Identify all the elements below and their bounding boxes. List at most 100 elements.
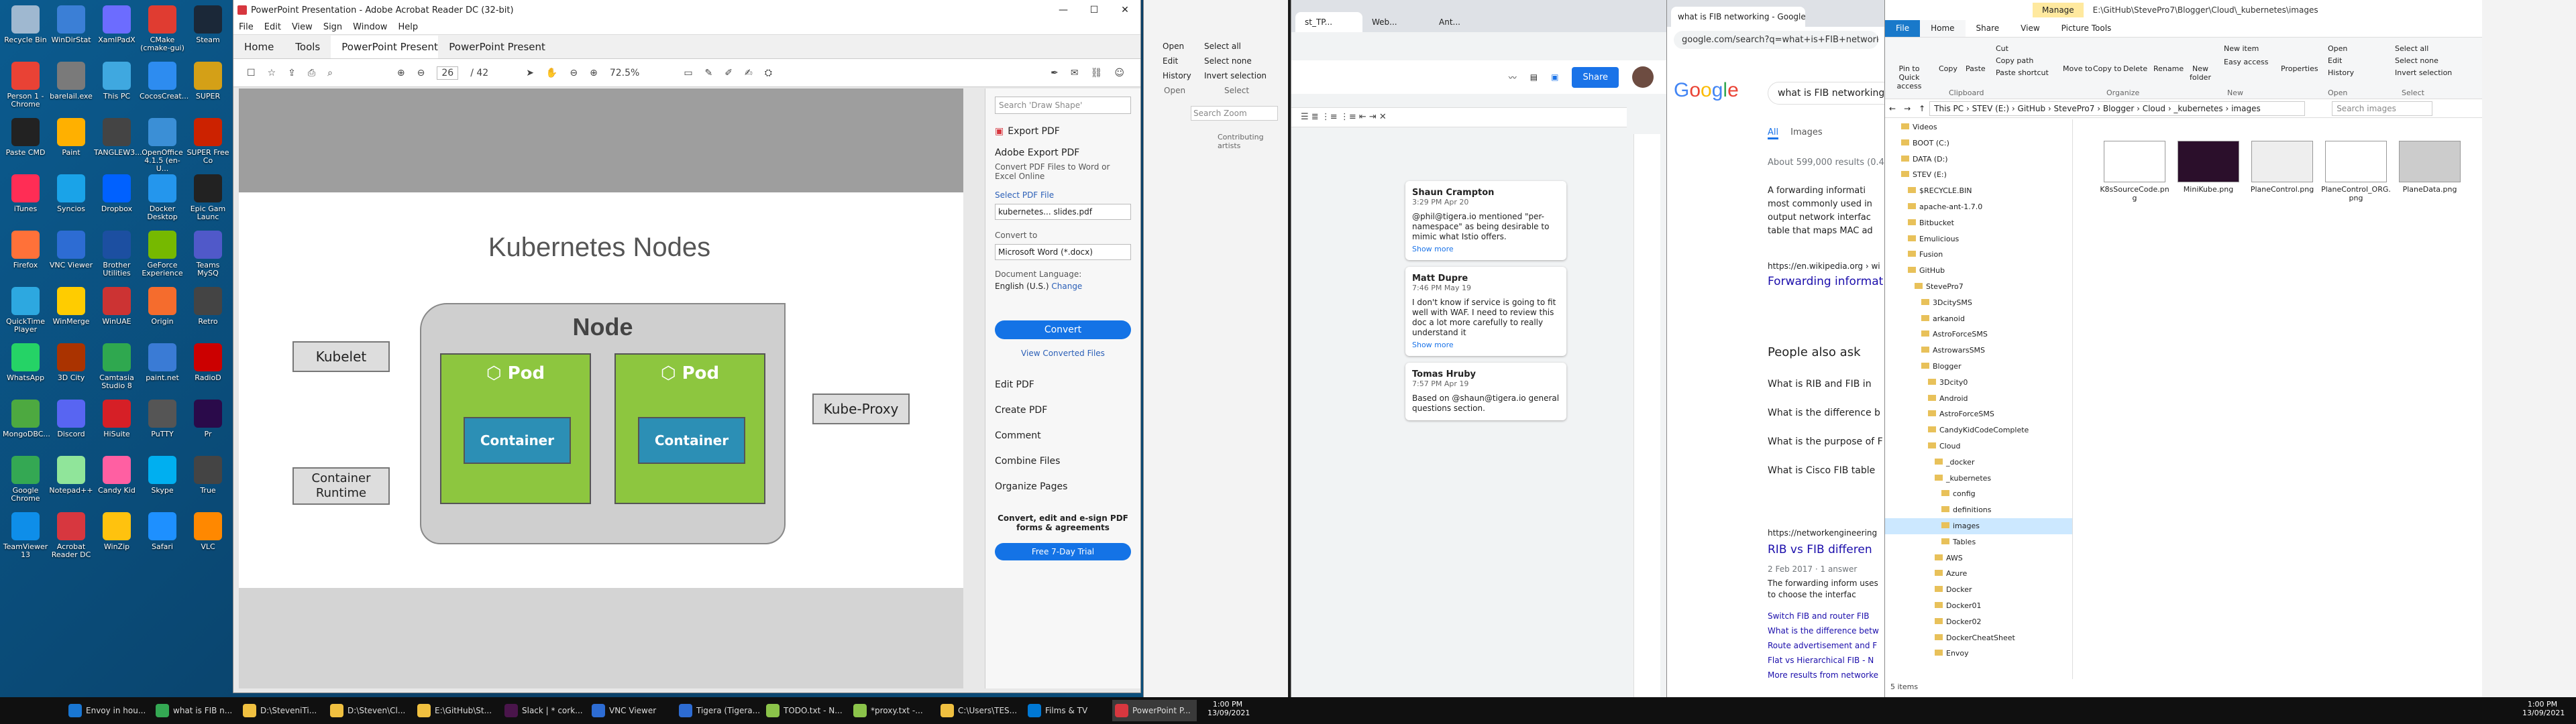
comment-card[interactable]: Tomas Hruby 7:57 PM Apr 19 Based on @sha… — [1405, 363, 1566, 420]
tree-item[interactable]: AstroForceSMS — [1885, 406, 2072, 422]
comment-icon[interactable]: ▭ — [684, 68, 692, 78]
copy-to-button[interactable]: Copy to — [2093, 64, 2121, 73]
file-name-field[interactable]: kubernetes... slides.pdf — [995, 204, 1131, 220]
result-link-1[interactable]: Forwarding informat — [1768, 275, 1883, 288]
taskbar-item[interactable]: C:\Users\TES... — [938, 700, 1022, 721]
desktop-icon[interactable]: Firefox — [3, 228, 48, 282]
tree-item[interactable]: Docker01 — [1885, 598, 2072, 614]
zoom-level[interactable]: 72.5% — [610, 68, 639, 78]
pen-icon[interactable]: ✎ — [705, 68, 713, 78]
prev-page-icon[interactable]: ⊕ — [397, 68, 405, 78]
desktop-icon[interactable]: Paint — [48, 115, 94, 169]
desktop-icon[interactable]: WinUAE — [94, 284, 140, 338]
desktop-icon[interactable]: OpenOffice 4.1.5 (en-U... — [140, 115, 185, 173]
desktop-icon[interactable]: Dropbox — [94, 172, 140, 225]
tool-create-pdf[interactable]: Create PDF — [995, 405, 1131, 416]
tree-item[interactable]: Docker02 — [1885, 614, 2072, 630]
taskbar-clock-2[interactable]: 1:00 PM 13/09/2021 — [2522, 700, 2565, 717]
tree-item[interactable]: StevePro7 — [1885, 279, 2072, 295]
taskbar-item[interactable]: E:\GitHub\St... — [415, 700, 499, 721]
desktop-icon[interactable]: Retro — [185, 284, 231, 338]
open-button[interactable]: Open — [2328, 44, 2347, 53]
move-to-button[interactable]: Move to — [2063, 64, 2092, 73]
taskbar-item[interactable]: TODO.txt - N... — [763, 700, 848, 721]
ribbon-select-all[interactable]: Select all — [1204, 42, 1241, 51]
explorer-search-input[interactable]: Search images — [2332, 101, 2433, 116]
tool-comment[interactable]: Comment — [995, 430, 1131, 441]
save-icon[interactable]: ☐ — [247, 68, 256, 78]
menu-file[interactable]: File — [233, 22, 259, 32]
share-button[interactable]: Share — [1572, 66, 1619, 88]
user-icon[interactable]: ☺ — [1114, 68, 1124, 78]
page-number-input[interactable]: 26 — [437, 66, 459, 80]
tab-tools[interactable]: Tools — [284, 36, 331, 58]
tree-item[interactable]: GitHub — [1885, 263, 2072, 279]
taskbar-item[interactable]: Tigera (Tigera... — [676, 700, 761, 721]
zoom-icon[interactable]: ⌕ — [327, 68, 333, 78]
up-icon[interactable]: ↑ — [1915, 104, 1929, 113]
taskbar-item[interactable]: D:\SteveniTi... — [240, 700, 325, 721]
format-select[interactable]: Microsoft Word (*.docx) — [995, 244, 1131, 260]
desktop-icon[interactable]: Person 1 - Chrome — [3, 59, 48, 113]
comment-card[interactable]: Matt Dupre 7:46 PM May 19 I don't know i… — [1405, 267, 1566, 356]
desktop-icon[interactable]: WinZip — [94, 509, 140, 563]
link-icon[interactable]: ⛓ — [1091, 68, 1103, 78]
tool-organize-pages[interactable]: Organize Pages — [995, 481, 1131, 492]
desktop-icon[interactable]: SUPER — [185, 59, 231, 113]
file-item[interactable]: PlaneData.png — [2395, 141, 2465, 202]
file-item[interactable]: PlaneControl_ORG.png — [2321, 141, 2391, 202]
tool-combine-files[interactable]: Combine Files — [995, 456, 1131, 467]
desktop-icon[interactable]: GeForce Experience — [140, 228, 185, 282]
desktop-icon[interactable]: 3D City — [48, 341, 94, 394]
print-icon[interactable]: ⎙ — [308, 68, 315, 78]
rename-button[interactable]: Rename — [2153, 64, 2184, 73]
pin-quick-access-button[interactable]: Pin to Quick access — [1889, 64, 1929, 90]
paa-question[interactable]: What is RIB and FIB in — [1768, 379, 1872, 389]
menu-view[interactable]: View — [286, 22, 318, 32]
maximize-button[interactable]: ☐ — [1079, 0, 1110, 20]
desktop-icon[interactable]: Brother Utilities — [94, 228, 140, 282]
desktop-icon[interactable]: VNC Viewer — [48, 228, 94, 282]
taskbar-item[interactable]: PowerPoint P... — [1112, 700, 1197, 721]
upload-icon[interactable]: ⇪ — [288, 68, 296, 78]
desktop-icon[interactable]: Epic Gam Launc — [185, 172, 231, 225]
tree-item[interactable]: _kubernetes — [1885, 471, 2072, 487]
tree-item[interactable]: arkanoid — [1885, 311, 2072, 327]
stamp-icon[interactable]: ⛭ — [765, 68, 772, 78]
comment-card[interactable]: Shaun Crampton 3:29 PM Apr 20 @phil@tige… — [1405, 181, 1566, 260]
show-more-link[interactable]: Show more — [1412, 245, 1560, 253]
menu-sign[interactable]: Sign — [318, 22, 347, 32]
desktop-icon[interactable]: Teams MySQ — [185, 228, 231, 282]
highlight-icon[interactable]: ✐ — [724, 68, 733, 78]
trend-icon[interactable]: 〰 — [1509, 72, 1517, 83]
sublink[interactable]: What is the difference betw — [1768, 626, 1879, 636]
search-tab-all[interactable]: All — [1768, 127, 1779, 139]
sublink[interactable]: Switch FIB and router FIB — [1768, 611, 1870, 621]
tree-item[interactable]: DATA (D:) — [1885, 152, 2072, 168]
sublink[interactable]: Flat vs Hierarchical FIB - N — [1768, 656, 1874, 665]
desktop-icon[interactable]: HiSuite — [94, 397, 140, 450]
tree-item[interactable]: images — [1885, 518, 2072, 534]
invert-selection-button[interactable]: Invert selection — [2395, 68, 2452, 77]
desktop-icon[interactable]: WhatsApp — [3, 341, 48, 394]
tab-share[interactable]: Share — [1966, 20, 2010, 37]
tree-item[interactable]: 3DcitySMS — [1885, 295, 2072, 311]
tab-home[interactable]: Home — [233, 36, 284, 58]
desktop-icon[interactable]: paint.net — [140, 341, 185, 394]
chrome-address-bar[interactable]: google.com/search?q=what+is+FIB+networki… — [1674, 31, 1878, 49]
tool-edit-pdf[interactable]: Edit PDF — [995, 379, 1131, 390]
file-item[interactable]: K8sSourceCode.png — [2100, 141, 2169, 202]
tree-item[interactable]: Tables — [1885, 534, 2072, 550]
manage-tab[interactable]: Manage — [2033, 3, 2084, 17]
sublink[interactable]: More results from networke — [1768, 670, 1878, 680]
desktop-icon[interactable]: Safari — [140, 509, 185, 563]
select-none-button[interactable]: Select none — [2395, 56, 2438, 65]
desktop-icon[interactable]: TANGLEW3... — [94, 115, 142, 169]
tree-item[interactable]: AstrowarsSMS — [1885, 343, 2072, 359]
tree-item[interactable]: Android — [1885, 391, 2072, 407]
new-item-button[interactable]: New item — [2224, 44, 2259, 53]
fill-sign-icon[interactable]: ✒ — [1051, 68, 1059, 78]
tree-item[interactable]: Docker — [1885, 582, 2072, 598]
tab-view[interactable]: View — [2010, 20, 2050, 37]
paa-question[interactable]: What is the purpose of F — [1768, 436, 1883, 447]
